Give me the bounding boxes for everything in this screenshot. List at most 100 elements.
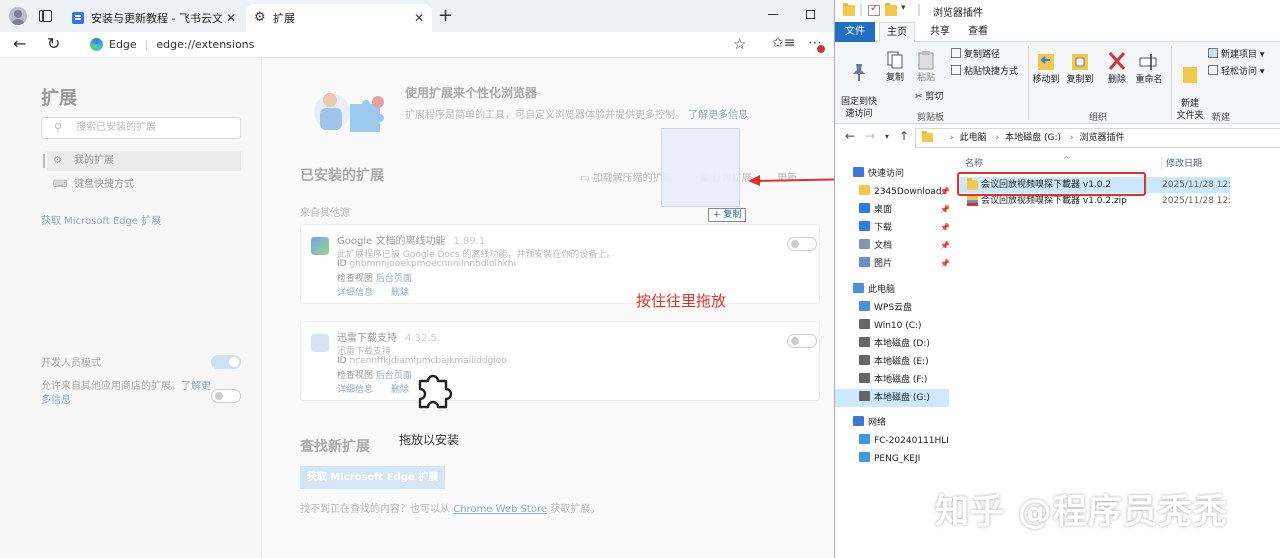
easy-access-button[interactable]: 轻松访问 ▾ bbox=[1208, 65, 1264, 78]
nav-item[interactable]: FC-20240111HLII bbox=[835, 432, 949, 450]
puzzle-icon: ⚙ bbox=[254, 10, 266, 25]
search-input[interactable]: ⚲ 搜索已安装的扩展 bbox=[41, 117, 241, 139]
new-folder-button[interactable]: 新建 文件夹 bbox=[1175, 50, 1205, 122]
rename-icon bbox=[1139, 54, 1157, 70]
nav-item[interactable]: PENG_KEJI bbox=[835, 450, 949, 468]
refresh-icon[interactable]: ↻ bbox=[47, 34, 60, 54]
developer-mode-toggle[interactable] bbox=[211, 355, 241, 369]
up-arrow-icon[interactable]: ↑ bbox=[899, 129, 909, 143]
tab-label: 扩展 bbox=[273, 12, 295, 25]
address-bar[interactable]: Edge | edge://extensions bbox=[82, 33, 762, 55]
tab-file[interactable]: 文件 bbox=[835, 22, 875, 42]
column-header-name[interactable]: 名称 ^ bbox=[965, 155, 1070, 169]
button-label: 固定到快 速访问 bbox=[840, 97, 877, 119]
tab-share[interactable]: 共享 bbox=[923, 22, 957, 42]
nav-item[interactable]: WPS云盘 bbox=[835, 299, 949, 317]
remove-link[interactable]: 删除 bbox=[391, 288, 409, 298]
nav-item[interactable]: 桌面 📌 bbox=[835, 201, 949, 219]
recent-dropdown-icon[interactable]: ▾ bbox=[885, 132, 889, 141]
breadcrumb-this-pc[interactable]: 此电脑 bbox=[960, 133, 987, 143]
quick-access-dropdown-icon[interactable]: ▾ bbox=[901, 3, 906, 13]
copy-path-button[interactable]: 复制路径 bbox=[951, 48, 1000, 61]
paste-button[interactable]: 粘贴 bbox=[914, 50, 938, 84]
nav-item[interactable]: 网络 bbox=[835, 414, 949, 432]
notification-badge-icon bbox=[817, 45, 825, 53]
load-unpacked-button[interactable]: ▭ 加载解压缩的扩展 bbox=[580, 169, 673, 184]
nav-item[interactable]: 本地磁盘 (D:) bbox=[835, 335, 949, 353]
annotation-text: 按住往里拖放 bbox=[636, 292, 727, 310]
details-link[interactable]: 详细信息 bbox=[337, 288, 373, 298]
minimize-icon[interactable] bbox=[768, 14, 778, 15]
nav-item[interactable]: 2345Downloads 📌 bbox=[835, 183, 949, 201]
nav-item[interactable]: 下载 📌 bbox=[835, 219, 949, 237]
extension-actions: 详细信息 删除 bbox=[337, 285, 427, 298]
pin-icon: 📌 bbox=[940, 259, 949, 268]
breadcrumb[interactable]: › 此电脑 › 本地磁盘 (G:) › 浏览器插件 bbox=[915, 128, 1280, 148]
nav-item[interactable]: 文档 📌 bbox=[835, 237, 949, 255]
get-extensions-button[interactable]: 获取 Microsoft Edge 扩展 bbox=[300, 466, 445, 489]
profile-avatar-icon[interactable] bbox=[9, 7, 27, 25]
properties-check-icon[interactable] bbox=[868, 3, 880, 16]
nav-item[interactable]: 图片 📌 bbox=[835, 255, 949, 273]
get-extensions-link[interactable]: 获取 Microsoft Edge 扩展 bbox=[41, 212, 161, 227]
cut-button[interactable]: ✂ 剪切 bbox=[915, 91, 943, 103]
details-link[interactable]: 详细信息 bbox=[337, 385, 373, 395]
extension-enable-toggle[interactable] bbox=[787, 237, 817, 251]
tab-feishu-doc[interactable]: 安装与更新教程 - 飞书云文档 ✕ bbox=[64, 4, 244, 32]
close-icon[interactable]: ✕ bbox=[414, 11, 424, 25]
nav-item[interactable]: 此电脑 bbox=[835, 281, 949, 299]
forward-arrow-icon[interactable]: → bbox=[865, 129, 875, 143]
pin-quick-access-button[interactable]: 固定到快 速访问 bbox=[839, 50, 879, 120]
close-icon[interactable]: ✕ bbox=[226, 11, 236, 25]
extension-name-text: Google 文档的离线功能 bbox=[337, 236, 446, 247]
copy-button[interactable]: 复制 bbox=[883, 50, 907, 84]
copy-to-button[interactable]: 复制到 bbox=[1066, 50, 1094, 86]
nav-item[interactable]: 本地磁盘 (G:) bbox=[835, 389, 949, 407]
back-arrow-icon[interactable]: ← bbox=[845, 129, 855, 143]
column-header-date[interactable]: 修改日期 bbox=[1161, 156, 1202, 169]
inspect-link[interactable]: 后台页面 bbox=[376, 371, 412, 381]
chrome-web-store-link[interactable]: Chrome Web Store bbox=[453, 504, 547, 515]
rename-button[interactable]: 重命名 bbox=[1134, 50, 1164, 86]
edge-browser-window: 安装与更新教程 - 飞书云文档 ✕ ⚙ 扩展 ✕ + ← ↻ Edge | ed… bbox=[0, 0, 960, 558]
nav-item[interactable]: 快速访问 bbox=[835, 165, 949, 183]
back-arrow-icon[interactable]: ← bbox=[13, 34, 26, 54]
paste-shortcut-icon bbox=[951, 65, 961, 75]
nav-item[interactable]: Win10 (C:) bbox=[835, 317, 949, 335]
sidebar-item-keyboard-shortcuts[interactable]: ⌨ 键盘快捷方式 bbox=[47, 175, 241, 195]
favorites-icon[interactable]: ✩≡ bbox=[772, 35, 795, 51]
tab-home[interactable]: 主页 bbox=[879, 22, 915, 42]
inspect-link[interactable]: 后台页面 bbox=[376, 274, 412, 284]
move-to-button[interactable]: 移动到 bbox=[1032, 50, 1060, 86]
extension-inspect: 检查视图 后台页面 bbox=[337, 368, 412, 381]
new-folder-quick-icon[interactable] bbox=[885, 3, 897, 16]
sidebar-item-my-extensions[interactable]: ⚙ 我的扩展 bbox=[43, 151, 241, 171]
button-label: 复制到 bbox=[1066, 75, 1094, 85]
favorite-star-icon[interactable]: ☆ bbox=[733, 35, 746, 53]
remove-link[interactable]: 删除 bbox=[391, 385, 409, 395]
tab-actions-icon[interactable] bbox=[39, 10, 52, 22]
ribbon-separator bbox=[1171, 46, 1172, 120]
allow-other-label: 允许来自其他应用商店的扩展。了 bbox=[41, 381, 191, 392]
tab-view[interactable]: 查看 bbox=[961, 22, 995, 42]
maximize-icon[interactable] bbox=[806, 10, 815, 19]
nav-item[interactable]: 本地磁盘 (F:) bbox=[835, 371, 949, 389]
delete-button[interactable]: 删除 bbox=[1105, 50, 1129, 86]
google-docs-icon bbox=[311, 237, 329, 255]
allow-other-stores-toggle[interactable] bbox=[211, 389, 241, 403]
breadcrumb-drive-g[interactable]: 本地磁盘 (G:) bbox=[1005, 133, 1061, 143]
pin-icon: 📌 bbox=[940, 223, 949, 232]
button-label: 新建项目 bbox=[1221, 50, 1258, 60]
new-tab-button[interactable]: + bbox=[438, 6, 453, 26]
hero-learn-more-link[interactable]: 了解更多信息 bbox=[688, 110, 748, 121]
nav-item[interactable]: 本地磁盘 (E:) bbox=[835, 353, 949, 371]
paste-shortcut-button[interactable]: 粘贴快捷方式 bbox=[951, 65, 1018, 78]
new-item-button[interactable]: 新建项目 ▾ bbox=[1208, 48, 1264, 61]
developer-mode-label: 开发人员模式 bbox=[41, 358, 101, 369]
sort-ascending-icon: ^ bbox=[1063, 155, 1070, 164]
tab-extensions[interactable]: ⚙ 扩展 ✕ bbox=[246, 4, 432, 32]
nav-item-label: WPS云盘 bbox=[874, 303, 913, 313]
breadcrumb-current-folder[interactable]: 浏览器插件 bbox=[1079, 133, 1124, 143]
extension-enable-toggle[interactable] bbox=[787, 334, 817, 348]
page-title: 扩展 bbox=[41, 88, 77, 109]
